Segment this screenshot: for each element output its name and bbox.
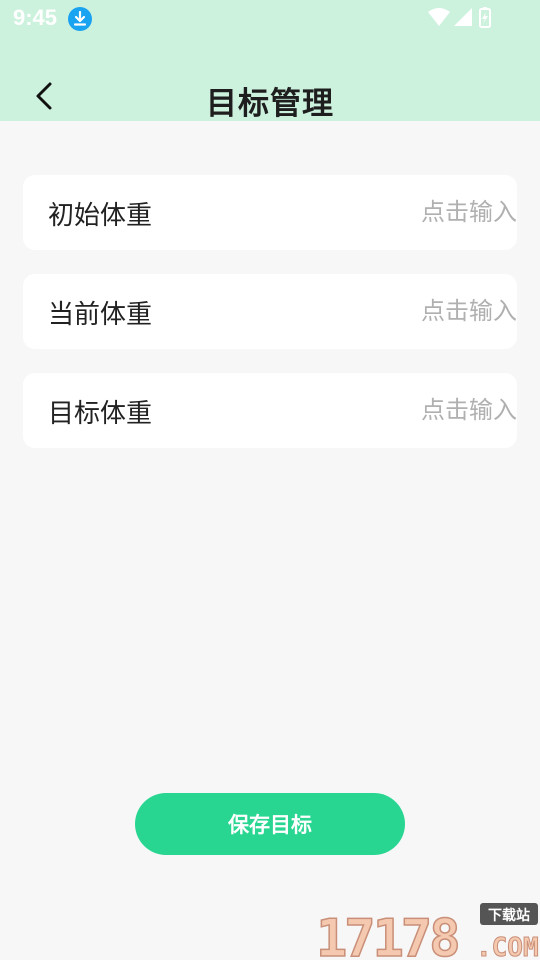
status-time: 9:45 [13, 5, 58, 30]
initial-weight-label: 初始体重 [48, 201, 153, 231]
download-icon [68, 7, 92, 31]
initial-weight-row[interactable]: 初始体重 [23, 175, 517, 250]
signal-icon [454, 8, 472, 26]
watermark-domain: .COM [476, 933, 539, 960]
app-header: 9:45 目标管理 [0, 0, 540, 122]
status-bar: 9:45 [0, 0, 540, 38]
target-weight-input[interactable] [367, 391, 517, 429]
save-goal-button[interactable]: 保存目标 [135, 793, 405, 855]
status-icons [428, 7, 500, 29]
wifi-icon [428, 8, 450, 26]
current-weight-input[interactable] [367, 292, 517, 330]
battery-icon [479, 7, 491, 28]
watermark-logo: 17178 下载站 .COM [316, 903, 539, 960]
page-title: 目标管理 [206, 86, 334, 122]
initial-weight-input[interactable] [367, 193, 517, 231]
current-weight-label: 当前体重 [48, 300, 153, 330]
watermark-number: 17178 [316, 909, 458, 960]
watermark-tag: 下载站 [488, 907, 530, 924]
target-weight-label: 目标体重 [48, 399, 153, 429]
current-weight-row[interactable]: 当前体重 [23, 274, 517, 349]
target-weight-row[interactable]: 目标体重 [23, 373, 517, 448]
